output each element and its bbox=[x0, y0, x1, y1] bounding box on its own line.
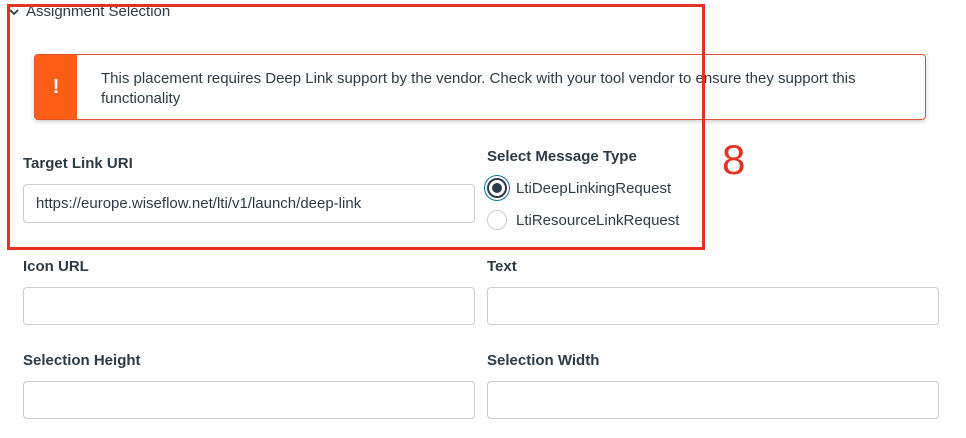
annotation-step-number: 8 bbox=[722, 136, 746, 183]
radio-lti-resource-link-request[interactable]: LtiResourceLinkRequest bbox=[487, 210, 679, 230]
target-link-uri-label: Target Link URI bbox=[23, 155, 133, 172]
selection-width-label: Selection Width bbox=[487, 352, 600, 369]
radio-button-unchecked[interactable] bbox=[487, 210, 507, 230]
radio-label: LtiResourceLinkRequest bbox=[516, 211, 680, 229]
alert-message: This placement requires Deep Link suppor… bbox=[101, 70, 856, 107]
text-input[interactable] bbox=[487, 287, 939, 325]
assignment-selection-toggle[interactable]: Assignment Selection bbox=[8, 3, 170, 20]
chevron-down-icon bbox=[9, 8, 19, 15]
text-label: Text bbox=[487, 258, 517, 275]
radio-label: LtiDeepLinkingRequest bbox=[516, 179, 672, 197]
section-title: Assignment Selection bbox=[26, 3, 171, 20]
deep-link-warning-alert: ! This placement requires Deep Link supp… bbox=[34, 54, 926, 120]
message-type-label: Select Message Type bbox=[487, 148, 637, 165]
selection-height-label: Selection Height bbox=[23, 352, 141, 369]
icon-url-input[interactable] bbox=[23, 287, 475, 325]
selection-width-input[interactable] bbox=[487, 381, 939, 419]
radio-lti-deep-linking-request[interactable]: LtiDeepLinkingRequest bbox=[487, 178, 671, 198]
icon-url-label: Icon URL bbox=[23, 258, 89, 275]
radio-button-checked[interactable] bbox=[487, 178, 507, 198]
selection-height-input[interactable] bbox=[23, 381, 475, 419]
target-link-uri-input[interactable] bbox=[23, 184, 475, 223]
exclamation-icon: ! bbox=[35, 55, 77, 119]
